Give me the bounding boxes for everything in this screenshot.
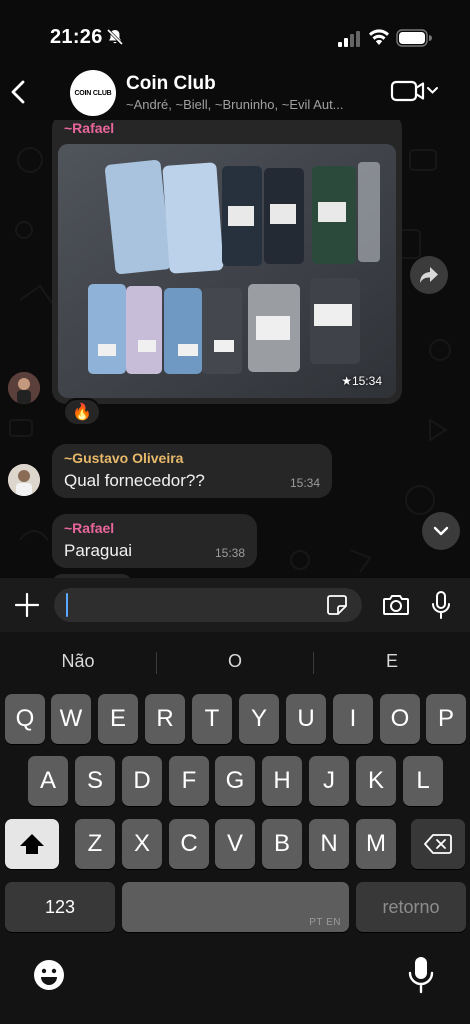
key[interactable]: X <box>122 819 162 869</box>
suggestion-item[interactable]: E <box>314 640 470 682</box>
text-cursor <box>66 593 68 617</box>
sticker-icon[interactable] <box>326 594 348 616</box>
key[interactable]: L <box>403 756 443 806</box>
key[interactable]: N <box>309 819 349 869</box>
key[interactable]: G <box>215 756 255 806</box>
text-message-bubble[interactable]: ~Gustavo Oliveira Qual fornecedor?? 15:3… <box>52 444 332 498</box>
scroll-down-button[interactable] <box>422 512 460 550</box>
key[interactable]: U <box>286 694 326 744</box>
key[interactable]: Y <box>239 694 279 744</box>
message-sender: ~Rafael <box>64 120 115 136</box>
avatar[interactable] <box>8 372 40 404</box>
backspace-icon <box>424 834 452 854</box>
text-message-bubble[interactable]: ~Rafael Paraguai 15:38 <box>52 514 257 568</box>
microphone-icon[interactable] <box>430 590 452 620</box>
key[interactable]: F <box>169 756 209 806</box>
phones-photo-image <box>58 144 396 398</box>
key[interactable]: R <box>145 694 185 744</box>
suggestion-item[interactable]: O <box>157 640 313 682</box>
plus-icon[interactable] <box>14 592 40 618</box>
camera-icon[interactable] <box>382 593 410 617</box>
space-key[interactable]: PT EN <box>122 882 349 932</box>
cellular-signal-icon <box>338 31 360 47</box>
key[interactable]: B <box>262 819 302 869</box>
key[interactable]: V <box>215 819 255 869</box>
suggestion-bar: Não O E <box>0 640 470 682</box>
group-avatar[interactable]: COIN CLUB <box>70 70 116 116</box>
message-time: ★15:34 <box>341 374 382 388</box>
image-message-bubble[interactable]: ~Rafael ★15:34 <box>52 120 402 404</box>
wifi-icon <box>369 29 389 45</box>
status-time: 21:26 <box>50 26 103 48</box>
key[interactable]: Z <box>75 819 115 869</box>
key[interactable]: M <box>356 819 396 869</box>
dictation-mic-icon[interactable] <box>408 956 434 994</box>
key[interactable]: C <box>169 819 209 869</box>
suggestion-item[interactable]: Não <box>0 640 156 682</box>
delete-key[interactable] <box>411 819 465 869</box>
chat-header: COIN CLUB Coin Club ~André, ~Biell, ~Bru… <box>0 66 470 120</box>
message-input[interactable] <box>54 588 362 622</box>
key[interactable]: S <box>75 756 115 806</box>
message-time: 15:34 <box>289 476 320 490</box>
message-sender: ~Rafael <box>64 520 115 536</box>
key[interactable]: Q <box>5 694 45 744</box>
message-text: Qual fornecedor?? <box>64 471 205 490</box>
chevron-left-icon[interactable] <box>8 78 30 106</box>
group-title[interactable]: Coin Club <box>126 73 216 95</box>
key[interactable]: O <box>380 694 420 744</box>
message-sender: ~Gustavo Oliveira <box>64 450 184 466</box>
key[interactable]: H <box>262 756 302 806</box>
group-members[interactable]: ~André, ~Biell, ~Bruninho, ~Evil Aut... <box>126 97 380 112</box>
key[interactable]: T <box>192 694 232 744</box>
message-text: Paraguai <box>64 541 133 560</box>
shift-key[interactable] <box>5 819 59 869</box>
key[interactable]: D <box>122 756 162 806</box>
key[interactable]: J <box>309 756 349 806</box>
keyboard: Não O E Q W E R T Y U I O P A S D F G H … <box>0 632 470 1024</box>
chevron-down-icon <box>433 526 449 536</box>
chat-area[interactable]: ~Rafael ★15:34 🔥 ~Gustavo Oliveira Qual … <box>0 120 470 578</box>
battery-icon <box>396 29 432 47</box>
key[interactable]: A <box>28 756 68 806</box>
forward-button[interactable] <box>410 256 448 294</box>
key[interactable]: E <box>98 694 138 744</box>
key[interactable]: I <box>333 694 373 744</box>
message-photo[interactable]: ★15:34 <box>58 144 396 398</box>
avatar-rafael-image <box>8 372 40 404</box>
bell-slash-icon <box>106 28 124 46</box>
message-time: 15:38 <box>214 546 245 560</box>
avatar[interactable] <box>8 464 40 496</box>
key[interactable]: W <box>51 694 91 744</box>
status-bar: 21:26 <box>0 0 470 66</box>
return-key[interactable]: retorno <box>356 882 466 932</box>
avatar-gustavo-image <box>8 464 40 496</box>
reaction-badge[interactable]: 🔥 <box>63 398 101 426</box>
numbers-key[interactable]: 123 <box>5 882 115 932</box>
video-call-icon[interactable] <box>390 78 440 104</box>
message-input-bar <box>0 578 470 632</box>
forward-icon <box>420 267 438 283</box>
space-language-label: PT EN <box>309 917 341 928</box>
emoji-icon[interactable] <box>32 958 66 992</box>
key[interactable]: P <box>426 694 466 744</box>
shift-icon <box>20 834 44 854</box>
key[interactable]: K <box>356 756 396 806</box>
